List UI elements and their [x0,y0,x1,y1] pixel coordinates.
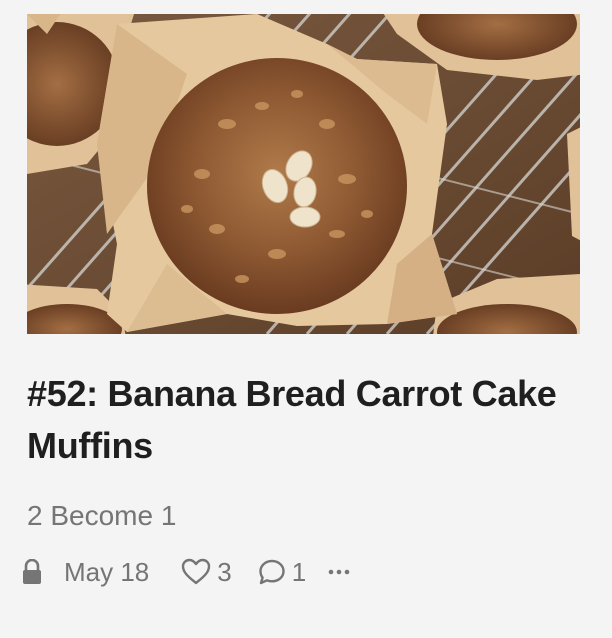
more-options-button[interactable] [328,568,350,576]
muffin-photo [27,14,580,334]
comment-button[interactable]: 1 [258,557,306,588]
heart-icon [181,558,211,586]
post-subtitle: 2 Become 1 [27,500,177,531]
comment-count: 1 [291,556,307,587]
comment-bubble-icon [258,558,286,586]
post-card[interactable]: #52: Banana Bread Carrot Cake Muffins 2 … [0,0,612,638]
like-button[interactable]: 3 [181,556,232,588]
lock-icon [22,559,42,585]
more-dots-icon [328,568,350,576]
post-date: May 18 [64,556,150,587]
post-meta: May 18 3 1 [22,552,350,592]
post-thumbnail[interactable] [27,14,580,334]
like-count: 3 [217,556,232,587]
post-title[interactable]: #52: Banana Bread Carrot Cake Muffins [27,368,587,472]
